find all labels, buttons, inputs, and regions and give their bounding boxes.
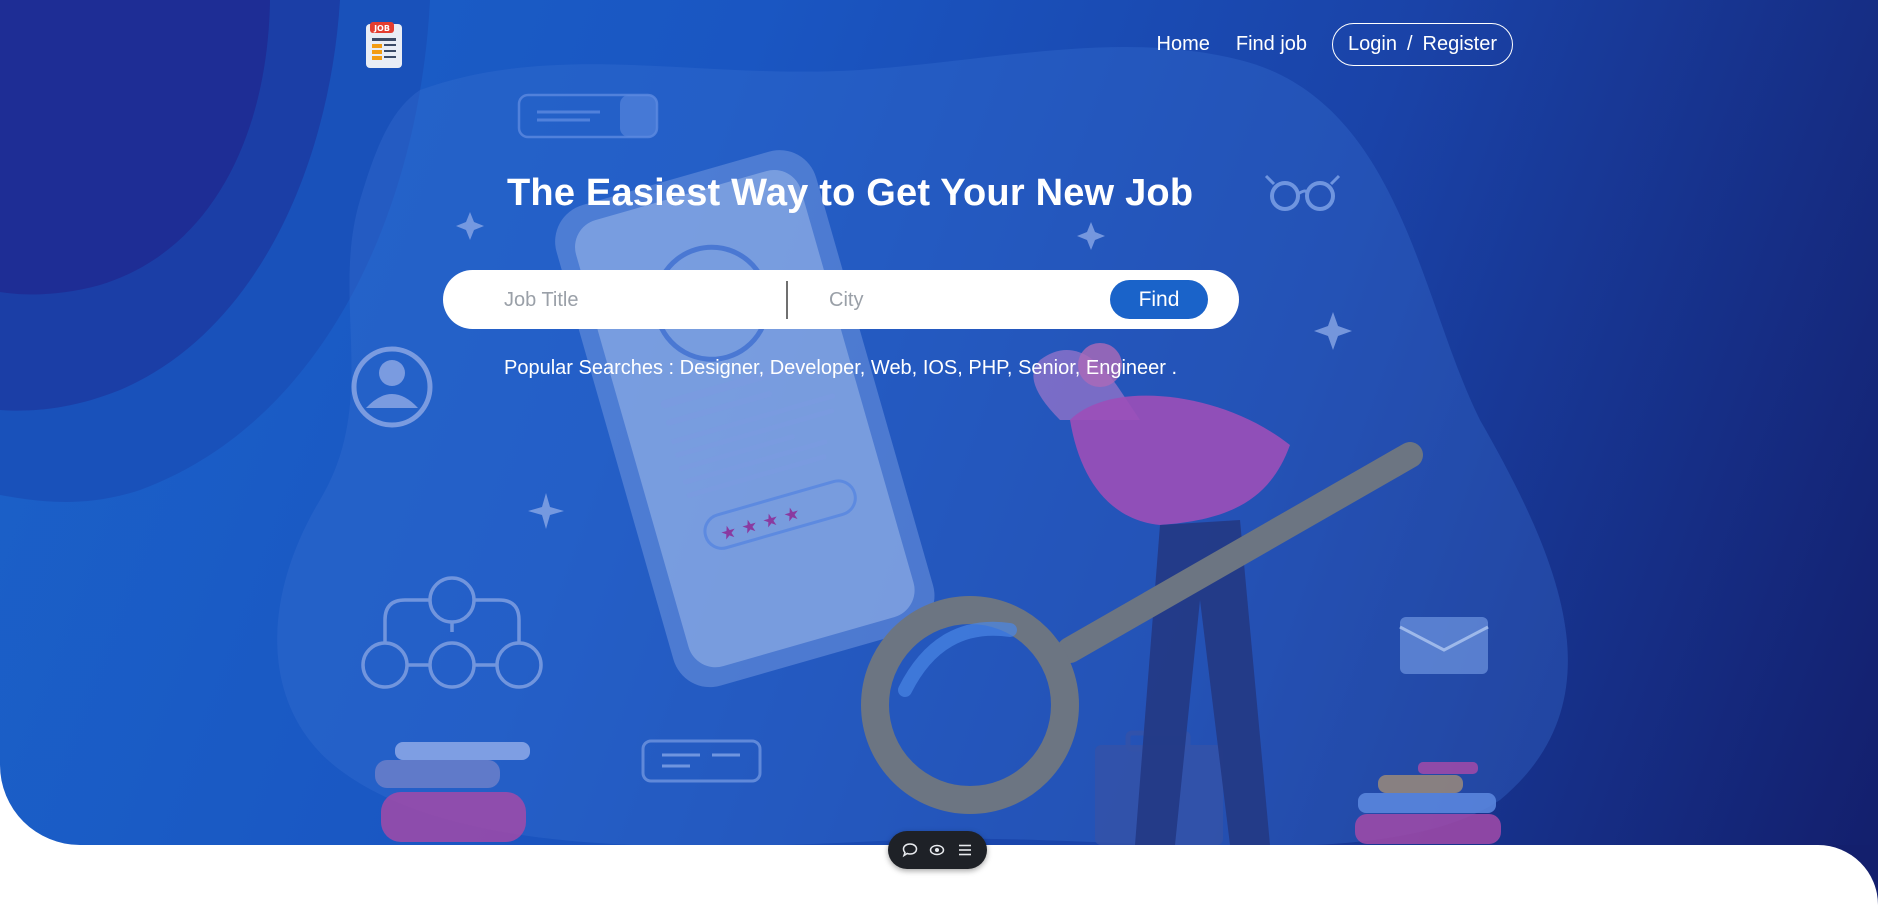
hero-illustration: ★ ★ ★ ★	[0, 0, 1568, 845]
popular-tag[interactable]: Designer,	[680, 357, 765, 379]
chat-icon[interactable]	[900, 840, 920, 860]
job-document-logo-icon: JOB	[366, 22, 402, 68]
popular-tag[interactable]: IOS,	[923, 357, 963, 379]
logo[interactable]: JOB	[362, 20, 408, 70]
popular-tag[interactable]: Engineer .	[1086, 357, 1177, 379]
city-input[interactable]	[827, 284, 1091, 316]
eye-icon[interactable]	[927, 840, 947, 860]
search-divider	[786, 281, 788, 319]
find-button[interactable]: Find	[1110, 280, 1208, 319]
popular-searches-label: Popular Searches :	[504, 357, 675, 379]
svg-text:JOB: JOB	[373, 24, 390, 33]
popular-searches: Popular Searches : Designer, Developer, …	[504, 357, 1177, 380]
nav-find-job-link[interactable]: Find job	[1236, 33, 1307, 56]
popular-tag[interactable]: PHP,	[968, 357, 1012, 379]
top-nav: Home Find job Login / Register	[1131, 23, 1513, 66]
nav-home-link[interactable]: Home	[1157, 33, 1210, 56]
popular-tag[interactable]: Senior,	[1018, 357, 1080, 379]
login-register-button[interactable]: Login / Register	[1332, 23, 1513, 66]
job-title-input[interactable]	[502, 284, 766, 316]
job-search-bar: Find	[443, 270, 1239, 329]
register-link[interactable]: Register	[1423, 33, 1497, 56]
hero-banner: ★ ★ ★ ★ JOB Home Find job Login / Regist…	[0, 0, 1878, 845]
menu-icon[interactable]	[955, 840, 975, 860]
login-link[interactable]: Login	[1348, 33, 1397, 56]
hero-headline: The Easiest Way to Get Your New Job	[507, 172, 1194, 214]
floating-toolbar	[888, 831, 987, 869]
nav-separator: /	[1406, 33, 1413, 55]
popular-tag[interactable]: Developer,	[770, 357, 866, 379]
popular-tag[interactable]: Web,	[871, 357, 917, 379]
